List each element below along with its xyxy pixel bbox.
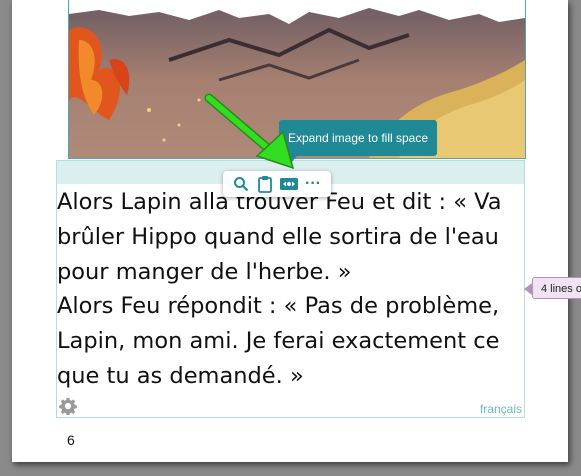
story-text[interactable]: Alors Lapin alla trouver Feu et dit : « … xyxy=(57,185,517,394)
text-box[interactable]: Alors Lapin alla trouver Feu et dit : « … xyxy=(56,160,525,418)
more-icon: ··· xyxy=(305,175,321,192)
more-button[interactable]: ··· xyxy=(303,174,323,194)
search-icon xyxy=(234,177,249,192)
expand-image-icon xyxy=(280,178,298,190)
language-label[interactable]: français xyxy=(480,402,522,416)
lines-overflow-bubble: 4 lines o xyxy=(532,277,581,299)
story-paragraph-2: Alors Feu répondit : « Pas de problème, … xyxy=(57,293,500,389)
page-number: 6 xyxy=(67,432,75,448)
book-page: Alors Lapin alla trouver Feu et dit : « … xyxy=(12,0,568,462)
gear-icon[interactable] xyxy=(59,397,77,415)
story-paragraph-1: Alors Lapin alla trouver Feu et dit : « … xyxy=(57,189,502,285)
annotation-arrow-icon xyxy=(204,93,295,170)
side-bubble-pointer xyxy=(524,283,532,295)
